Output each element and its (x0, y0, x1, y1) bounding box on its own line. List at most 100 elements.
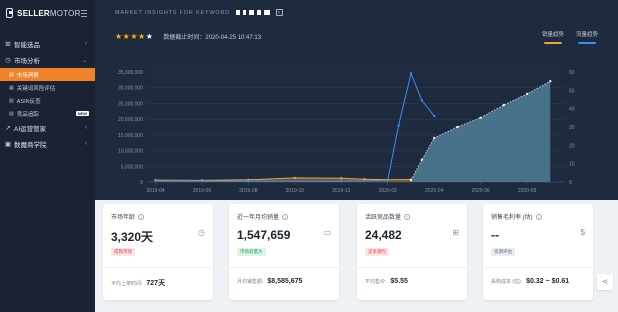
brand-logo[interactable]: SELLERMOTOR (17, 9, 80, 18)
chevron-left-icon: ‹ (85, 125, 87, 131)
dollar-icon: $ (580, 228, 585, 237)
sidebar-nav: ⊞ 智能选品 ‹ ◷ 市场分析 ⌄ ▤ 市场洞察 ▦ 关键词风险评估 ▧ ASI… (0, 36, 95, 152)
footer-label: 平均上架时间: (111, 281, 143, 287)
data-point (525, 92, 529, 96)
metric-card-gross-margin: 销售毛利率 (估)? $ -- 资源评估采购成本 (估): $0.32 ~ $0.61 (483, 204, 593, 300)
data-point (340, 179, 343, 183)
brand-name-light: MOTOR (49, 8, 81, 18)
card-footer: 采购成本 (估): $0.32 ~ $0.61 (491, 278, 569, 285)
x-tick-label: 2020-02 (379, 188, 398, 194)
page-title: MARKET INSIGHTS FOR KEYWORD (115, 9, 231, 16)
sidebar-subitem-asin-lookup[interactable]: ▧ ASIN反查 (0, 94, 95, 107)
legend-traffic[interactable]: 流量趋势 (576, 30, 598, 44)
chevron-down-icon: ⌄ (81, 57, 87, 64)
sidebar-item-label: 智能选品 (14, 42, 40, 49)
y-tick-label: 20,000,000 (118, 117, 143, 123)
redacted-keyword (236, 10, 271, 15)
footer-label: 采购成本 (估): (491, 279, 523, 285)
sidebar-item-academy[interactable]: ▣ 数魔商学院 ‹ (0, 136, 95, 152)
status-badge: 市场容量大 (237, 248, 266, 256)
keyword-header: MARKET INSIGHTS FOR KEYWORD ✎ (115, 9, 284, 16)
card-value: -- (491, 228, 499, 242)
data-point (363, 178, 366, 181)
data-point (409, 72, 413, 75)
sidebar-subitem-keyword-risk[interactable]: ▦ 关键词风险评估 (0, 81, 95, 94)
card-value: 3,320天 (111, 230, 154, 244)
school-icon: ▣ (4, 141, 12, 148)
sidebar-subitem-competitor-tracking[interactable]: ▨ 竞品追踪 NEW (0, 107, 95, 120)
card-value: 24,482 (365, 228, 402, 242)
series-line (155, 71, 435, 182)
y-tick-label: 30,000,000 (118, 86, 143, 92)
footer-value: $8,585,675 (267, 278, 303, 285)
y-tick-label: 25,000,000 (118, 101, 143, 107)
clock-icon: ◷ (198, 228, 205, 237)
help-icon[interactable]: ? (282, 213, 289, 220)
legend-swatch (577, 42, 596, 44)
card-title-label: 活跃竞品数量 (365, 215, 402, 221)
new-badge: NEW (75, 111, 89, 116)
y2-tick-label: 60 (569, 70, 575, 76)
footer-label: 平均售价: (365, 279, 387, 285)
footer-value: $5.55 (390, 278, 408, 285)
calendar-icon: ▭ (323, 228, 331, 237)
metric-card-market-age: 市场年龄? ◷ 3,320天 成熟市场 平均上架时间: 727天 (103, 204, 213, 300)
x-tick-label: 2020-08 (518, 188, 537, 194)
card-title: 近一年月均销量? (237, 212, 289, 221)
card-title-label: 销售毛利率 (估) (491, 215, 533, 221)
help-icon[interactable]: ? (138, 213, 145, 220)
card-divider (229, 267, 339, 268)
y-tick-label: 15,000,000 (118, 133, 143, 139)
insights-header: MARKET INSIGHTS FOR KEYWORD ✎ ★★★★★ 数据截止… (95, 0, 618, 200)
data-point (456, 125, 459, 129)
data-point (433, 114, 436, 118)
card-footer: 月均销售额: $8,585,675 (237, 278, 302, 285)
y2-tick-label: 0 (569, 180, 572, 186)
main-content: MARKET INSIGHTS FOR KEYWORD ✎ ★★★★★ 数据截止… (95, 0, 618, 312)
footer-label: 月均销售额: (237, 279, 264, 285)
data-point (502, 103, 505, 107)
sidebar-subitem-label: 市场洞察 (16, 72, 39, 79)
help-icon[interactable]: ? (535, 213, 542, 220)
sidebar-item-ai-manager[interactable]: ↗ AI运营管家 ‹ (0, 120, 95, 136)
card-divider (483, 267, 593, 268)
menu-toggle-icon[interactable] (80, 9, 88, 17)
card-title: 市场年龄? (111, 212, 145, 221)
edit-keyword-icon[interactable]: ✎ (276, 9, 284, 16)
sidebar-item-market-analysis[interactable]: ◷ 市场分析 ⌄ (0, 52, 95, 68)
status-badge: 资源评估 (491, 248, 515, 256)
data-point (247, 179, 250, 183)
data-point (409, 179, 413, 182)
logo-icon (6, 8, 14, 18)
card-title: 销售毛利率 (估)? (491, 212, 542, 221)
metric-card-monthly-sales: 近一年月均销量? ▭ 1,547,659 市场容量大 月均销售额: $8,585,675 (229, 204, 339, 300)
x-tick-label: 2019-04 (146, 188, 165, 194)
data-point (433, 136, 436, 140)
chevron-left-icon: ‹ (85, 41, 87, 47)
sidebar-subitem-label: ASIN反查 (16, 98, 41, 105)
sidebar-subitem-market-insights[interactable]: ▤ 市场洞察 (0, 68, 95, 81)
legend-sales[interactable]: 销量趋势 (542, 30, 564, 44)
y2-tick-label: 40 (569, 107, 575, 113)
status-badge: 竞争激烈 (365, 248, 389, 256)
sidebar: SELLERMOTOR ⊞ 智能选品 ‹ ◷ 市场分析 ⌄ ▤ 市场洞察 ▦ 关… (0, 0, 95, 312)
sidebar-subitem-label: 竞品追踪 (16, 111, 39, 118)
x-tick-label: 2019-08 (239, 188, 258, 194)
card-footer: 平均上架时间: 727天 (111, 278, 165, 288)
data-point (397, 124, 400, 127)
data-timestamp: 数据截止时间：2020-04-25 10:47:13 (163, 35, 262, 41)
chart-legend: 销量趋势 流量趋势 (542, 30, 598, 44)
data-point (420, 158, 423, 162)
y-tick-label: 5,000,000 (121, 164, 143, 170)
card-title: 活跃竞品数量? (365, 212, 411, 221)
x-tick-label: 2019-12 (332, 188, 351, 194)
legend-label: 流量趋势 (575, 32, 598, 38)
help-icon[interactable]: ? (404, 213, 411, 220)
x-tick-label: 2019-06 (193, 188, 212, 194)
footer-value: $0.32 ~ $0.61 (526, 278, 570, 285)
x-tick-label: 2019-10 (286, 188, 305, 194)
ai-icon: ↗ (5, 125, 11, 132)
share-icon[interactable]: ⋖ (597, 274, 613, 290)
trend-icon: ◷ (5, 57, 11, 64)
sidebar-item-smart-selection[interactable]: ⊞ 智能选品 ‹ (0, 36, 95, 52)
